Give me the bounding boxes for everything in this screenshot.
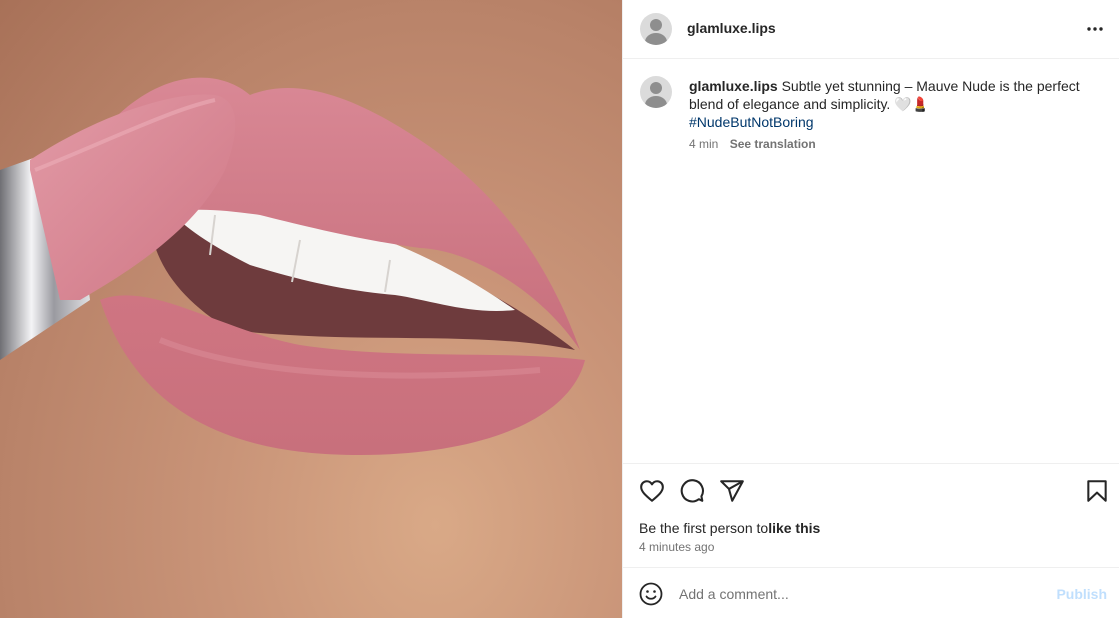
publish-button[interactable]: Publish: [1056, 586, 1107, 602]
post-timestamp: 4 minutes ago: [639, 540, 715, 554]
post-header: glamluxe.lips: [623, 0, 1119, 59]
lips-photo: [0, 77, 585, 455]
bookmark-icon[interactable]: [1084, 478, 1110, 504]
share-icon[interactable]: [719, 478, 745, 504]
post-details-panel: glamluxe.lips glamluxe.lips Subtle yet s…: [622, 0, 1119, 618]
caption-age: 4 min: [689, 137, 719, 151]
hashtag-link[interactable]: #NudeButNotBoring: [689, 114, 814, 130]
caption-avatar[interactable]: [640, 76, 672, 108]
likes-summary: Be the first person tolike this: [639, 520, 820, 536]
see-translation-link[interactable]: See translation: [730, 137, 816, 151]
comment-icon[interactable]: [679, 478, 705, 504]
post-image[interactable]: [0, 0, 622, 618]
caption-meta: 4 min See translation: [689, 137, 816, 151]
like-this-link[interactable]: like this: [768, 520, 820, 536]
post-actions: Be the first person tolike this 4 minute…: [623, 463, 1119, 567]
avatar[interactable]: [640, 13, 672, 45]
caption-text: glamluxe.lips Subtle yet stunning – Mauv…: [689, 77, 1099, 131]
emoji-icon[interactable]: [639, 582, 663, 606]
heart-icon[interactable]: [639, 478, 665, 504]
comment-bar: Publish: [623, 567, 1119, 618]
post-username[interactable]: glamluxe.lips: [687, 20, 776, 36]
comment-input[interactable]: [679, 582, 1039, 606]
caption-username[interactable]: glamluxe.lips: [689, 78, 778, 94]
more-options-icon[interactable]: [1086, 20, 1104, 38]
likes-prefix: Be the first person to: [639, 520, 769, 536]
